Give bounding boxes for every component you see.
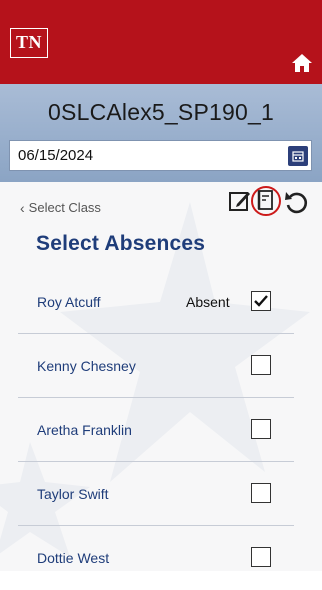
student-name: Taylor Swift	[37, 486, 109, 502]
chevron-left-icon: ‹	[20, 199, 25, 216]
student-row[interactable]: Aretha Franklin	[18, 398, 294, 462]
student-name: Aretha Franklin	[37, 422, 132, 438]
page-title: Select Absences	[36, 232, 206, 255]
absent-checkbox[interactable]	[251, 547, 271, 567]
student-row[interactable]: Taylor Swift	[18, 462, 294, 526]
notepad-icon[interactable]	[250, 184, 282, 218]
absent-checkbox[interactable]	[251, 291, 271, 311]
top-bar: TN	[0, 0, 322, 84]
student-name: Dottie West	[37, 550, 110, 566]
student-name: Kenny Chesney	[37, 358, 136, 374]
student-row[interactable]: Kenny Chesney	[18, 334, 294, 398]
student-row[interactable]: Dottie West	[18, 526, 294, 590]
class-title: 0SLCAlex5_SP190_1	[48, 99, 274, 125]
absent-checkbox[interactable]	[251, 483, 271, 503]
edit-icon[interactable]	[228, 189, 252, 213]
absence-status: Absent	[186, 294, 230, 310]
tn-logo: TN	[10, 28, 48, 58]
checkmark-icon	[254, 295, 268, 307]
student-row[interactable]: Roy Atcuff Absent	[18, 270, 294, 334]
absent-checkbox[interactable]	[251, 419, 271, 439]
absent-checkbox[interactable]	[251, 355, 271, 375]
home-icon[interactable]	[289, 48, 315, 76]
date-field[interactable]: 06/15/2024	[9, 140, 312, 171]
refresh-icon[interactable]	[283, 190, 309, 216]
student-name: Roy Atcuff	[37, 294, 101, 310]
date-value: 06/15/2024	[18, 147, 94, 164]
back-label: Select Class	[28, 200, 101, 215]
calendar-icon[interactable]	[288, 146, 308, 166]
back-select-class-link[interactable]: ‹ Select Class	[20, 200, 101, 215]
